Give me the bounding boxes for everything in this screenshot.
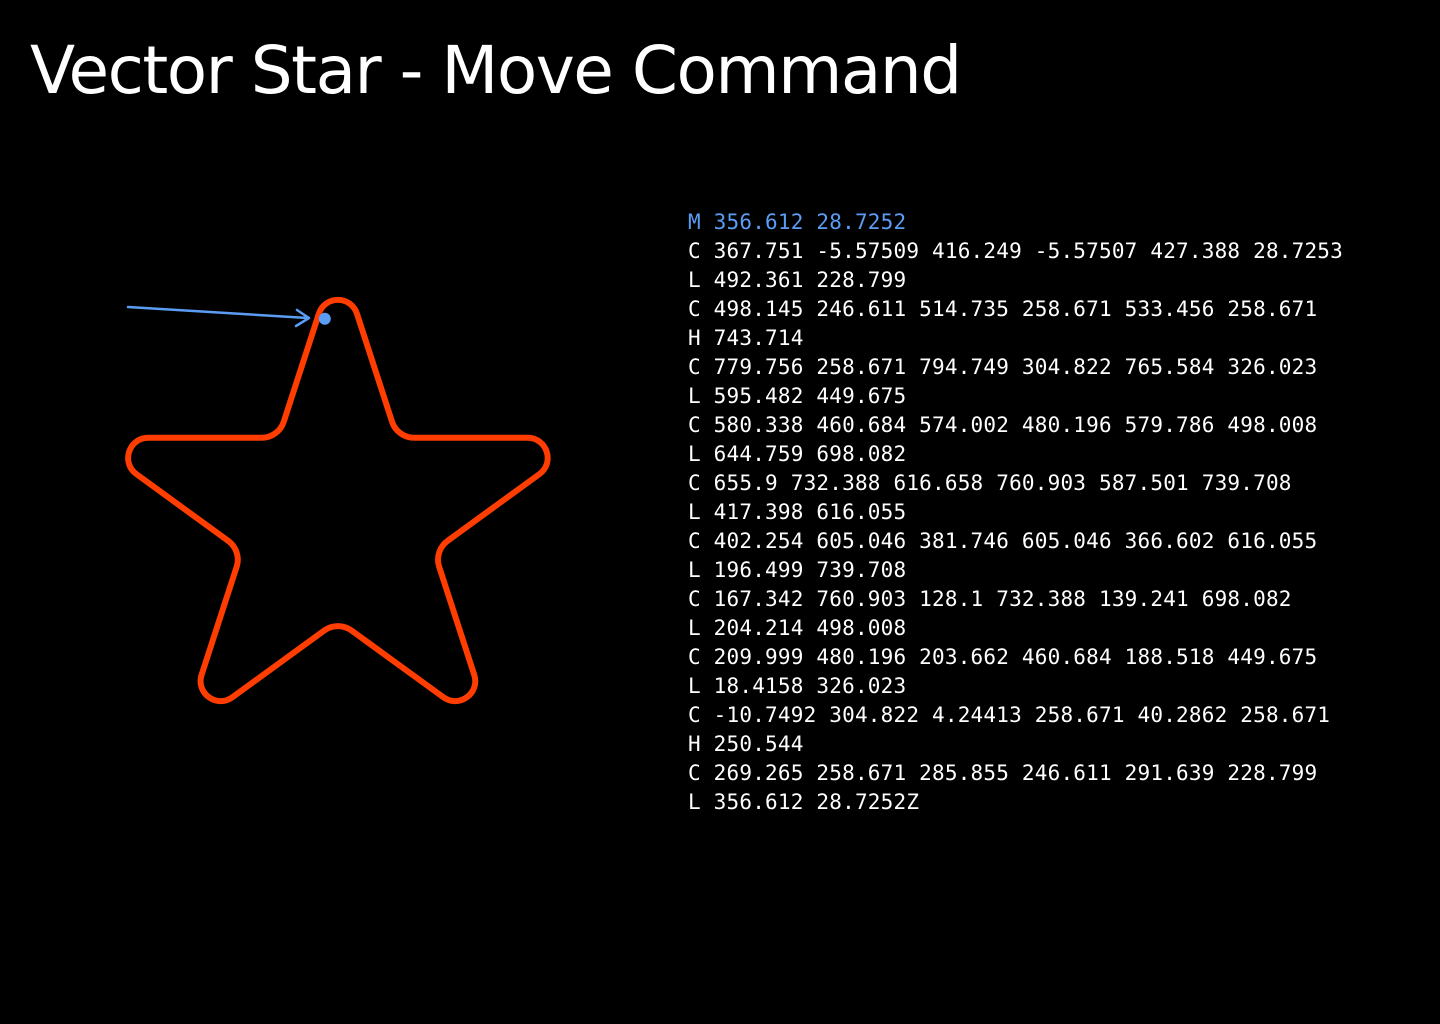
path-command-line: L 204.214 498.008 — [688, 616, 907, 640]
path-command-line: C -10.7492 304.822 4.24413 258.671 40.28… — [688, 703, 1331, 727]
path-command-line: C 655.9 732.388 616.658 760.903 587.501 … — [688, 471, 1292, 495]
pointer-arrow-line — [126, 305, 310, 320]
path-command-line: L 417.398 616.055 — [688, 500, 907, 524]
path-command-line: C 209.999 480.196 203.662 460.684 188.51… — [688, 645, 1318, 669]
path-command-line: C 167.342 760.903 128.1 732.388 139.241 … — [688, 587, 1292, 611]
start-point-marker — [318, 312, 331, 325]
path-command-line: L 18.4158 326.023 — [688, 674, 907, 698]
path-command-line: L 492.361 228.799 — [688, 268, 907, 292]
path-command-line: L 356.612 28.7252Z — [688, 790, 920, 814]
path-command-listing: M 356.612 28.7252 C 367.751 -5.57509 416.… — [688, 208, 1343, 817]
path-command-line: L 595.482 449.675 — [688, 384, 907, 408]
path-command-line: C 498.145 246.611 514.735 258.671 533.45… — [688, 297, 1318, 321]
path-command-line: C 269.265 258.671 285.855 246.611 291.63… — [688, 761, 1318, 785]
path-command-line: C 580.338 460.684 574.002 480.196 579.78… — [688, 413, 1318, 437]
path-command-line: C 402.254 605.046 381.746 605.046 366.60… — [688, 529, 1318, 553]
move-command-line: M 356.612 28.7252 — [688, 210, 907, 234]
star-path — [125, 297, 551, 705]
path-command-line: L 644.759 698.082 — [688, 442, 907, 466]
path-command-line: H 743.714 — [688, 326, 804, 350]
star-diagram — [125, 297, 551, 705]
path-command-line: L 196.499 739.708 — [688, 558, 907, 582]
path-command-line: H 250.544 — [688, 732, 804, 756]
path-command-line: C 779.756 258.671 794.749 304.822 765.58… — [688, 355, 1318, 379]
path-command-line: C 367.751 -5.57509 416.249 -5.57507 427.… — [688, 239, 1343, 263]
